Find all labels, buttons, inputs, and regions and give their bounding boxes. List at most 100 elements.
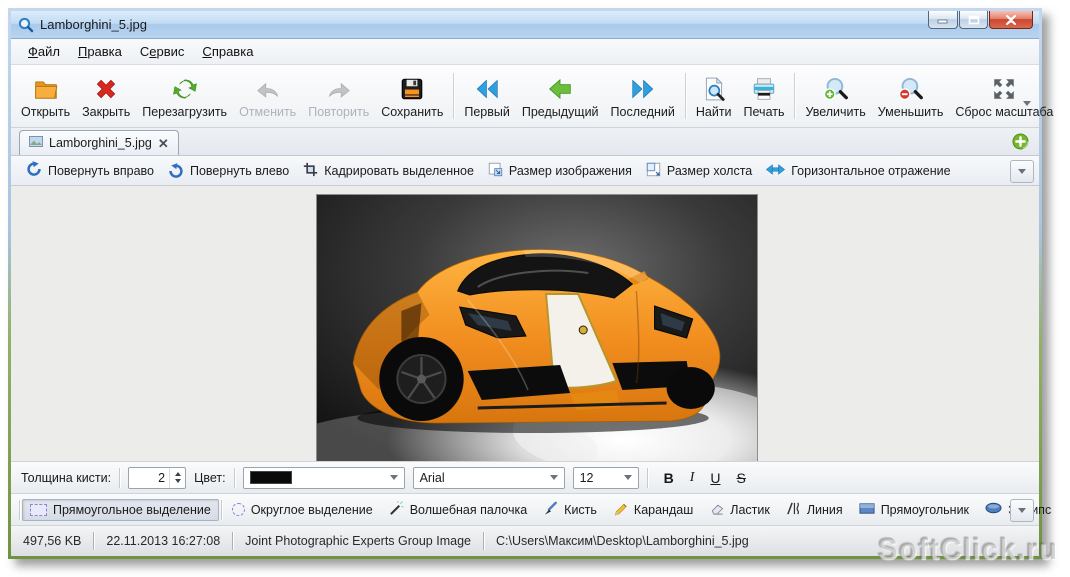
text-format-buttons: B I U S [664,470,746,486]
image-canvas-area[interactable] [11,186,1039,461]
horizontal-flip-label: Горизонтальное отражение [791,164,950,178]
image-size-label: Размер изображения [509,164,632,178]
menu-help[interactable]: Справка [193,41,262,62]
status-separator [232,532,233,550]
tool-rect-select[interactable]: Прямоугольное выделение [22,499,219,521]
horizontal-flip-button[interactable]: Горизонтальное отражение [759,160,957,182]
print-button[interactable]: Печать [738,72,791,121]
tool-magic-wand[interactable]: Волшебная палочка [381,497,535,523]
printer-icon [750,75,778,103]
tool-line-label: Линия [807,503,843,517]
brush-width-stepper[interactable]: 2 [128,467,186,489]
open-button[interactable]: Открыть [15,72,76,121]
minimize-button[interactable] [928,11,958,29]
toolbar-overflow-chevron-icon[interactable] [1023,93,1031,111]
font-family-value: Arial [420,471,445,485]
menu-bar: Файл Правка Сервис Справка [11,39,1039,65]
undo-button-label: Отменить [239,105,296,119]
rotate-left-button[interactable]: Повернуть влево [161,160,296,182]
previous-image-button[interactable]: Предыдущий [516,72,605,121]
options-bar: Толщина кисти: 2 Цвет: Arial 12 B I U S [11,461,1039,494]
menu-service[interactable]: Сервис [131,41,194,62]
color-select[interactable] [243,467,405,489]
red-x-icon [92,75,120,103]
lamborghini-photo[interactable] [316,194,758,461]
tools-separator [19,500,20,520]
tool-rect-select-label: Прямоугольное выделение [53,503,211,517]
find-document-icon [700,75,728,103]
reload-button[interactable]: Перезагрузить [136,72,233,121]
options-separator [647,468,648,488]
tab-bar: Lamborghini_5.jpg ✕ [11,128,1039,156]
tool-rectangle[interactable]: Прямоугольник [851,498,977,522]
tools-overflow-chevron-icon[interactable] [1010,499,1034,522]
redo-button[interactable]: Повторить [302,72,375,121]
status-separator [93,532,94,550]
status-file-path: C:\Users\Максим\Desktop\Lamborghini_5.jp… [496,534,749,548]
open-folder-icon [32,75,60,103]
rotate-counterclockwise-icon [168,163,184,179]
tab-close-icon[interactable]: ✕ [158,137,169,150]
image-size-button[interactable]: Размер изображения [481,159,639,183]
refresh-icon [171,75,199,103]
zoom-out-button[interactable]: Уменьшить [872,72,950,121]
pencil-icon [613,501,628,519]
reset-zoom-button[interactable]: Сброс масштаба [949,72,1059,121]
tool-brush[interactable]: Кисть [535,497,605,523]
zoom-out-button-label: Уменьшить [878,105,944,119]
double-left-arrow-icon [473,75,501,103]
zoom-in-button[interactable]: Увеличить [799,72,871,121]
brush-width-label: Толщина кисти: [21,471,111,485]
restore-button[interactable] [959,11,988,29]
eraser-icon [709,501,724,519]
reload-button-label: Перезагрузить [142,105,227,119]
undo-button[interactable]: Отменить [233,72,302,121]
toolbar-separator [685,73,686,119]
redo-button-label: Повторить [308,105,369,119]
tool-magic-wand-label: Волшебная палочка [410,503,527,517]
horizontal-flip-icon [766,163,785,179]
color-swatch-black [250,471,292,484]
tool-pencil[interactable]: Карандаш [605,497,701,523]
save-button[interactable]: Сохранить [375,72,449,121]
canvas-size-label: Размер холста [667,164,752,178]
new-tab-button[interactable] [1012,133,1029,150]
print-button-label: Печать [744,105,785,119]
zoom-in-button-label: Увеличить [805,105,865,119]
canvas-size-button[interactable]: Размер холста [639,159,759,183]
font-family-select[interactable]: Arial [413,467,565,489]
tool-line[interactable]: Линия [778,497,851,523]
tab-lamborghini[interactable]: Lamborghini_5.jpg ✕ [19,130,179,155]
stepper-arrows-icon[interactable] [169,468,185,488]
close-button[interactable] [989,11,1033,29]
title-bar[interactable]: Lamborghini_5.jpg [11,11,1039,39]
rotate-right-label: Повернуть вправо [48,164,154,178]
bold-button[interactable]: B [664,470,674,486]
tool-eraser[interactable]: Ластик [701,497,778,523]
last-image-button[interactable]: Последний [605,72,681,121]
underline-button[interactable]: U [710,470,720,486]
rotate-right-button[interactable]: Повернуть вправо [19,158,161,183]
editbar-overflow-chevron-icon[interactable] [1010,160,1034,183]
previous-image-button-label: Предыдущий [522,105,599,119]
app-window: Lamborghini_5.jpg Файл Правка Сервис Спр… [8,8,1042,559]
italic-button[interactable]: I [690,470,695,486]
find-button-label: Найти [696,105,732,119]
chevron-down-icon [550,475,558,480]
strikethrough-button[interactable]: S [737,470,746,486]
window-controls [927,11,1033,29]
rectangle-shape-icon [859,502,875,518]
menu-file[interactable]: Файл [19,41,69,62]
rect-selection-icon [30,504,47,516]
chevron-down-icon [390,475,398,480]
crop-selection-button[interactable]: Кадрировать выделенное [296,159,481,183]
close-file-button[interactable]: Закрыть [76,72,136,121]
tool-round-select[interactable]: Округлое выделение [224,499,381,521]
find-button[interactable]: Найти [690,72,738,121]
font-size-select[interactable]: 12 [573,467,639,489]
redo-arrow-icon [325,75,353,103]
menu-edit[interactable]: Правка [69,41,131,62]
edit-toolbar: Повернуть вправо Повернуть влево Кадриро… [11,156,1039,186]
first-image-button[interactable]: Первый [458,72,516,121]
status-timestamp: 22.11.2013 16:27:08 [106,534,220,548]
